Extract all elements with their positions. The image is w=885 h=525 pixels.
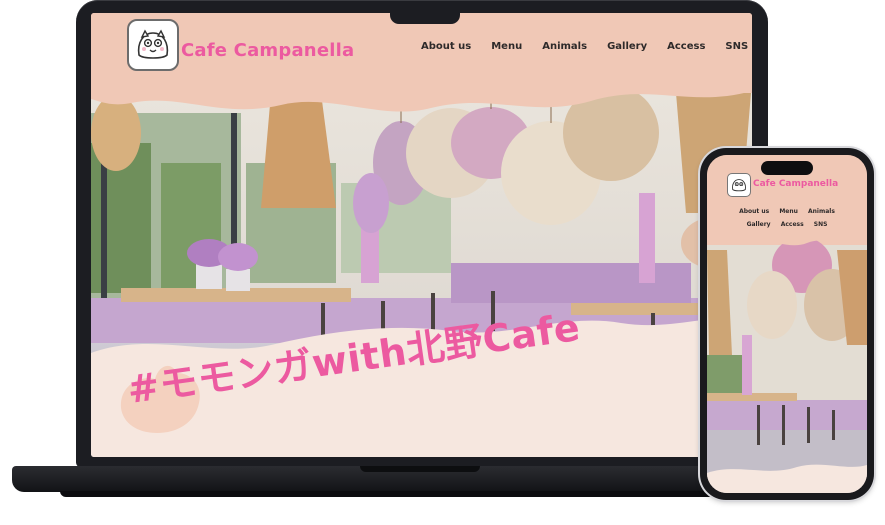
laptop-screen: Cafe Campanella About us Menu Animals Ga… <box>91 13 752 457</box>
nav-sns[interactable]: SNS <box>725 41 748 52</box>
nav-menu[interactable]: Menu <box>491 41 522 52</box>
phone-device: Cafe Campanella About us Menu Animals Ga… <box>700 148 874 500</box>
site-brand-name[interactable]: Cafe Campanella <box>181 40 354 61</box>
phone-nav-animals[interactable]: Animals <box>808 208 835 215</box>
nav-access[interactable]: Access <box>667 41 705 52</box>
phone-brand-name[interactable]: Cafe Campanella <box>753 179 838 189</box>
flying-squirrel-logo-icon <box>732 179 746 192</box>
nav-about-us[interactable]: About us <box>421 41 471 52</box>
phone-nav-sns[interactable]: SNS <box>814 221 828 228</box>
phone-screen: Cafe Campanella About us Menu Animals Ga… <box>707 155 867 493</box>
site-header: Cafe Campanella About us Menu Animals Ga… <box>91 13 752 113</box>
site-nav: About us Menu Animals Gallery Access SNS <box>421 41 748 52</box>
phone-site-logo[interactable] <box>727 173 751 197</box>
phone-nav-access[interactable]: Access <box>781 221 804 228</box>
nav-gallery[interactable]: Gallery <box>607 41 647 52</box>
flying-squirrel-logo-icon <box>137 29 169 59</box>
phone-nav-row-2: Gallery Access SNS <box>707 221 867 228</box>
nav-animals[interactable]: Animals <box>542 41 587 52</box>
laptop-notch <box>390 10 460 24</box>
site-logo[interactable] <box>127 19 179 71</box>
phone-hero-photo <box>707 155 867 493</box>
phone-nav-row-1: About us Menu Animals <box>707 208 867 215</box>
phone-dynamic-island <box>761 161 813 175</box>
phone-nav-gallery[interactable]: Gallery <box>747 221 771 228</box>
laptop-groove <box>360 466 480 472</box>
phone-nav-menu[interactable]: Menu <box>779 208 798 215</box>
laptop-foot <box>60 491 780 497</box>
phone-nav-about-us[interactable]: About us <box>739 208 769 215</box>
